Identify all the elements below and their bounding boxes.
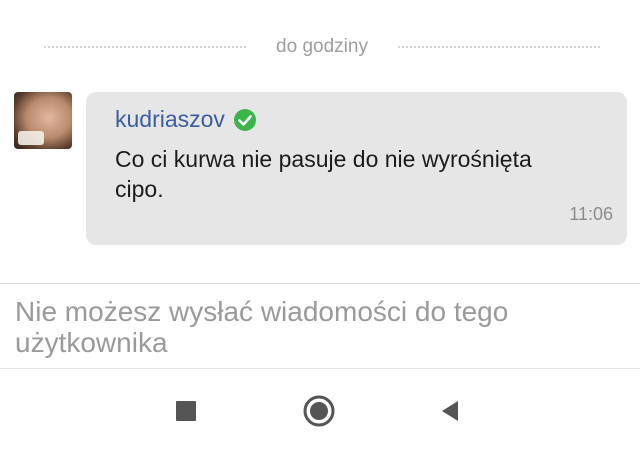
check-circle-icon <box>233 108 257 132</box>
blocked-notice: Nie możesz wysłać wiadomości do tego uży… <box>15 296 509 358</box>
circle-home-icon[interactable] <box>303 395 335 427</box>
date-divider-label: do godziny <box>276 36 368 57</box>
date-divider: do godziny <box>44 30 600 64</box>
avatar[interactable] <box>14 92 72 149</box>
divider-line-right <box>397 46 600 48</box>
sender-row: kudriaszov <box>115 106 257 133</box>
sender-name[interactable]: kudriaszov <box>115 106 225 133</box>
message-text: Co ci kurwa nie pasuje do nie wyrośnięta… <box>115 146 532 202</box>
divider-line-left <box>44 46 247 48</box>
square-recents-icon[interactable] <box>170 395 202 427</box>
triangle-back-icon[interactable] <box>434 395 466 427</box>
message-bubble[interactable]: kudriaszov Co ci kurwa nie pasuje do nie… <box>86 92 627 245</box>
composer-separator <box>0 283 640 284</box>
system-navbar <box>0 368 640 454</box>
message-timestamp: 11:06 <box>569 204 613 224</box>
